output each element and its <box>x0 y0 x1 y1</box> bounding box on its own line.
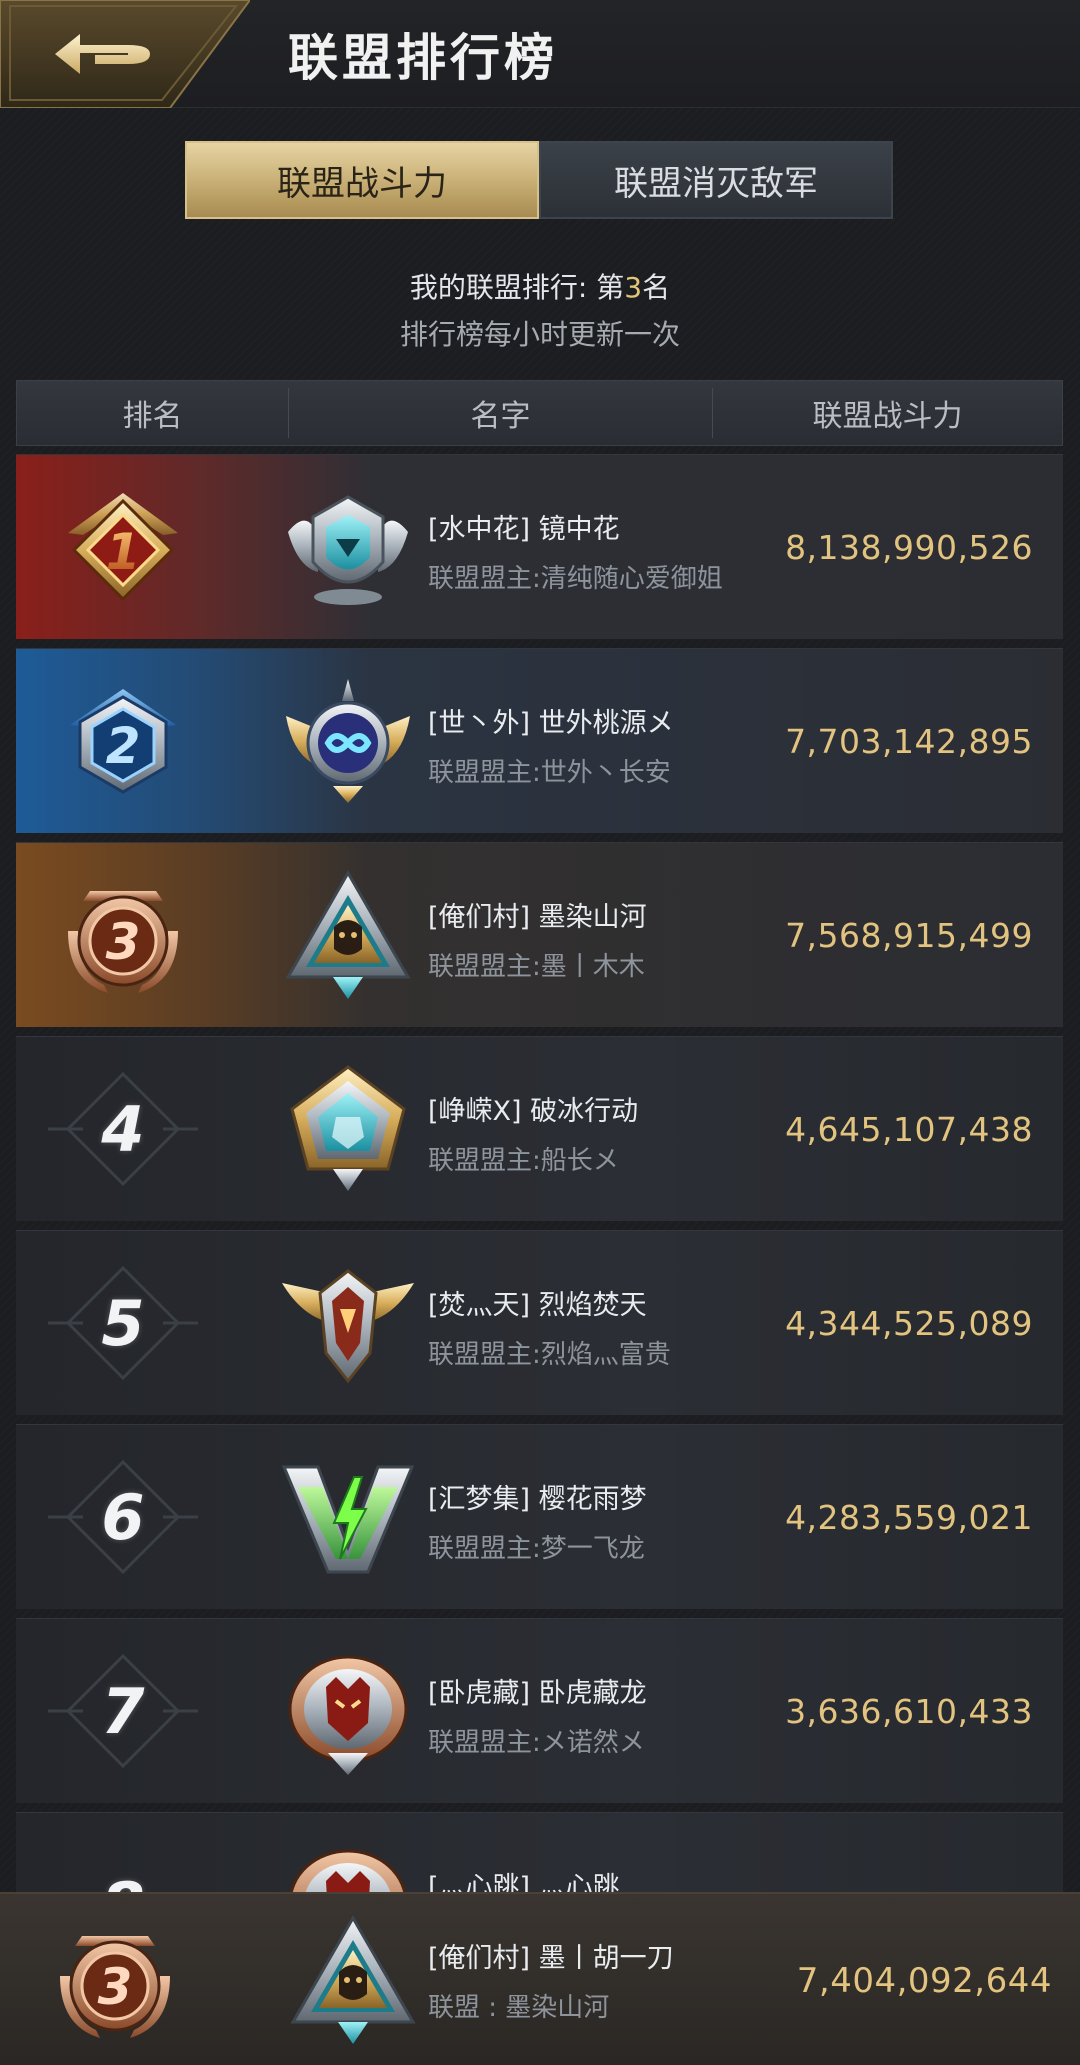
triangle-lion-emblem-icon <box>283 1910 423 2050</box>
my-rank-prefix: 我的联盟排行: 第 <box>409 271 625 304</box>
svg-text:3: 3 <box>106 913 141 971</box>
svg-text:3: 3 <box>98 1958 133 2016</box>
alliance-name: [俺们村] 墨染山河 <box>428 902 647 933</box>
tab-bar: 联盟战斗力 联盟消灭敌军 <box>185 141 893 219</box>
alliance-leader: 联盟盟主:船长メ <box>428 1146 619 1176</box>
back-button[interactable] <box>0 0 250 108</box>
alliance-power: 4,344,525,089 <box>785 1304 1033 1343</box>
table-row[interactable]: 5 [焚灬天] 烈焰焚天 联盟盟主:烈焰灬富贵 4,344,525,089 <box>16 1230 1063 1415</box>
my-alliance-bar[interactable]: 3 [俺们村] 墨丨胡一刀 联盟 : 墨染山河 7,404,092,644 <box>0 1892 1080 2065</box>
alliance-power: 4,645,107,438 <box>785 1110 1033 1149</box>
my-alliance-name: [俺们村] 墨丨胡一刀 <box>428 1943 674 1974</box>
top-bar: 联盟排行榜 <box>0 0 1080 108</box>
alliance-leader: 联盟盟主:墨丨木木 <box>428 952 645 982</box>
lightning-emblem-icon <box>278 1447 418 1587</box>
alliance-info: [俺们村] 墨丨胡一刀 联盟 : 墨染山河 <box>428 1936 808 2024</box>
alliance-leader: 联盟盟主:世外丶长安 <box>428 758 671 788</box>
column-header-name: 名字 <box>289 388 713 438</box>
alliance-power: 3,636,610,433 <box>785 1692 1033 1731</box>
table-row[interactable]: 7 [卧虎藏] 卧虎藏龙 联盟盟主:メ诺然メ 3,636,610,433 <box>16 1618 1063 1803</box>
alliance-info: [焚灬天] 烈焰焚天 联盟盟主:烈焰灬富贵 <box>428 1283 808 1371</box>
alliance-name: [汇梦集] 樱花雨梦 <box>428 1484 647 1515</box>
alliance-info: [汇梦集] 樱花雨梦 联盟盟主:梦一飞龙 <box>428 1477 808 1565</box>
alliance-info: [俺们村] 墨染山河 联盟盟主:墨丨木木 <box>428 895 808 983</box>
my-rank-value: 3 <box>624 271 643 304</box>
triangle-lion-emblem-icon <box>278 865 418 1005</box>
table-row[interactable]: 4 [峥嵘X] 破冰行动 联盟盟主:船长メ 4,645,107,438 <box>16 1036 1063 1221</box>
rank-2-badge-icon: 2 <box>16 649 230 833</box>
alliance-info: [卧虎藏] 卧虎藏龙 联盟盟主:メ诺然メ <box>428 1671 808 1759</box>
tab-alliance-kills[interactable]: 联盟消灭敌军 <box>539 141 893 219</box>
my-alliance-power: 7,404,092,644 <box>796 1960 1052 2001</box>
blue-infinity-emblem-icon <box>278 671 418 811</box>
rank-number: 5 <box>16 1231 230 1415</box>
table-row[interactable]: 6 [汇梦集] 樱花雨梦 联盟盟主:梦一飞龙 4,283,559,021 <box>16 1424 1063 1609</box>
rank-number: 6 <box>16 1425 230 1609</box>
rank-number: 7 <box>16 1619 230 1803</box>
my-rank-info: 我的联盟排行: 第3名 <box>0 266 1080 306</box>
alliance-name: [峥嵘X] 破冰行动 <box>428 1096 639 1127</box>
my-rank-suffix: 名 <box>642 271 671 304</box>
rank-1-badge-icon: 1 <box>16 455 230 639</box>
back-arrow-icon[interactable] <box>0 0 250 108</box>
rank-3-badge-icon: 3 <box>16 843 230 1027</box>
alliance-leader: 联盟盟主:梦一飞龙 <box>428 1534 645 1564</box>
svg-text:2: 2 <box>106 717 141 775</box>
alliance-info: [世丶外] 世外桃源メ 联盟盟主:世外丶长安 <box>428 701 808 789</box>
table-row[interactable]: 2 [世丶外] 世外桃源メ 联盟盟主:世外丶长安 7,703,142,895 <box>16 648 1063 833</box>
alliance-name: [世丶外] 世外桃源メ <box>428 708 674 739</box>
alliance-name: [水中花] 镜中花 <box>428 514 620 545</box>
table-header: 排名 名字 联盟战斗力 <box>16 380 1063 446</box>
table-row[interactable]: 1 [水中花] 镜中花 联盟盟主:清纯随心爱御姐 8,138,990,526 <box>16 454 1063 639</box>
alliance-power: 4,283,559,021 <box>785 1498 1033 1537</box>
rank-number: 4 <box>16 1037 230 1221</box>
alliance-info: [峥嵘X] 破冰行动 联盟盟主:船长メ <box>428 1089 808 1177</box>
column-header-power: 联盟战斗力 <box>812 399 963 434</box>
alliance-name: [卧虎藏] 卧虎藏龙 <box>428 1678 647 1709</box>
alliance-name: [焚灬天] 烈焰焚天 <box>428 1290 647 1321</box>
alliance-leader: 联盟盟主:烈焰灬富贵 <box>428 1340 671 1370</box>
svg-text:1: 1 <box>106 523 141 581</box>
alliance-power: 7,703,142,895 <box>785 722 1033 761</box>
winged-gold-emblem-icon <box>278 1253 418 1393</box>
page-title: 联盟排行榜 <box>288 29 558 87</box>
column-header-rank: 排名 <box>17 388 289 438</box>
rank-3-badge-icon: 3 <box>0 1894 230 2065</box>
table-row[interactable]: 3 [俺们村] 墨染山河 联盟盟主:墨丨木木 7,568,915,499 <box>16 842 1063 1027</box>
alliance-info: [水中花] 镜中花 联盟盟主:清纯随心爱御姐 <box>428 507 808 595</box>
alliance-power: 8,138,990,526 <box>785 528 1033 567</box>
shield-lion-emblem-icon <box>278 1059 418 1199</box>
tiger-emblem-icon <box>278 1641 418 1781</box>
update-note: 排行榜每小时更新一次 <box>399 318 680 351</box>
alliance-leader: 联盟盟主:メ诺然メ <box>428 1728 645 1758</box>
tab-alliance-power[interactable]: 联盟战斗力 <box>185 141 539 219</box>
silver-helmet-emblem-icon <box>278 477 418 617</box>
alliance-leader: 联盟盟主:清纯随心爱御姐 <box>428 564 723 594</box>
my-alliance-label: 联盟 : 墨染山河 <box>428 1993 610 2023</box>
alliance-power: 7,568,915,499 <box>785 916 1033 955</box>
